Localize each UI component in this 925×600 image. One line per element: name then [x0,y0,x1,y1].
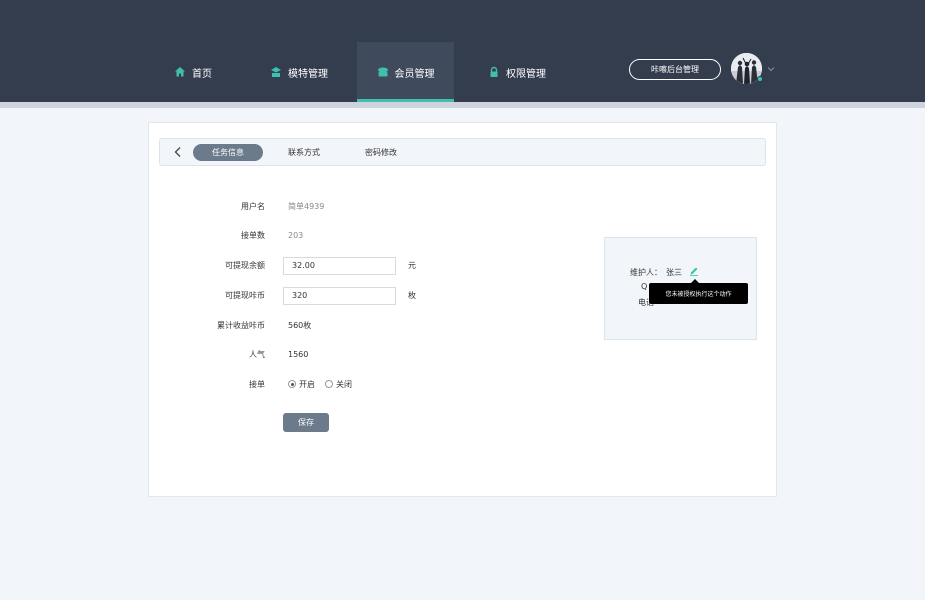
accept-off-radio[interactable] [325,380,333,388]
tab-bar: 任务信息 联系方式 密码修改 [159,138,766,166]
balance-input[interactable]: 32.00 [283,257,396,275]
popularity-label: 人气 [249,350,265,359]
nav-item-label: 首页 [192,68,212,80]
total-coins-label: 累计收益咔币 [217,321,265,330]
tab-task-info[interactable]: 任务信息 [193,144,263,161]
save-button[interactable]: 保存 [283,413,329,432]
nav-item-permissions[interactable]: 权限管理 [484,42,550,102]
accept-on-label[interactable]: 开启 [299,376,315,394]
header-divider [0,102,925,108]
nav-item-label: 会员管理 [394,68,435,80]
qq-label: Q [641,282,648,291]
online-status-dot [757,76,763,82]
balance-unit: 元 [408,261,416,270]
orders-row: 接单数 203 [149,227,569,245]
accept-off-label[interactable]: 关闭 [336,376,352,394]
username-label: 用户名 [241,202,265,211]
tab-contact[interactable]: 联系方式 [273,144,335,161]
model-icon [271,67,281,77]
username-row: 用户名 简单4939 [149,198,569,216]
popularity-row: 人气 1560 [149,346,569,364]
member-icon [377,67,388,77]
accept-orders-label: 接单 [249,380,265,389]
nav-item-models[interactable]: 模特管理 [258,42,340,102]
member-detail-card: 任务信息 联系方式 密码修改 用户名 简单4939 接单数 203 可提现余额 … [148,122,777,497]
orders-value: 203 [288,231,304,240]
nav-item-label: 模特管理 [288,68,328,80]
coins-label: 可提现咔币 [225,291,265,300]
chevron-down-icon[interactable] [767,65,775,73]
username-value: 简单4939 [288,202,325,211]
maintainer-label: 维护人： [630,268,662,277]
top-navigation-bar: 首页 模特管理 会员管理 权限管理 咔嚓后台管理 [0,0,925,102]
nav-item-home[interactable]: 首页 [160,42,226,102]
maintainer-panel: 维护人： 张三 Q 电话 您未被授权执行这个动作 [604,237,757,340]
coins-row: 可提现咔币 320 枚 [149,287,569,305]
maintainer-value: 张三 [666,268,682,277]
tab-password[interactable]: 密码修改 [350,144,412,161]
orders-label: 接单数 [241,231,265,240]
pencil-edit-icon[interactable] [689,266,699,276]
balance-label: 可提现余额 [225,261,265,270]
unauthorized-tooltip: 您未被授权执行这个动作 [649,279,748,304]
nav-item-label: 权限管理 [506,68,546,80]
lock-icon [490,66,498,77]
home-icon [175,67,185,77]
balance-row: 可提现余额 32.00 元 [149,257,569,275]
total-coins-value: 560枚 [288,321,312,330]
coins-input[interactable]: 320 [283,287,396,305]
total-coins-row: 累计收益咔币 560枚 [149,317,569,335]
coins-unit: 枚 [408,291,416,300]
accept-on-radio[interactable] [288,380,296,388]
popularity-value: 1560 [288,350,309,359]
nav-item-members[interactable]: 会员管理 [357,42,454,102]
accept-orders-row: 接单 开启 关闭 [149,376,569,394]
back-arrow-icon[interactable] [172,146,184,158]
admin-console-button[interactable]: 咔嚓后台管理 [629,59,721,80]
